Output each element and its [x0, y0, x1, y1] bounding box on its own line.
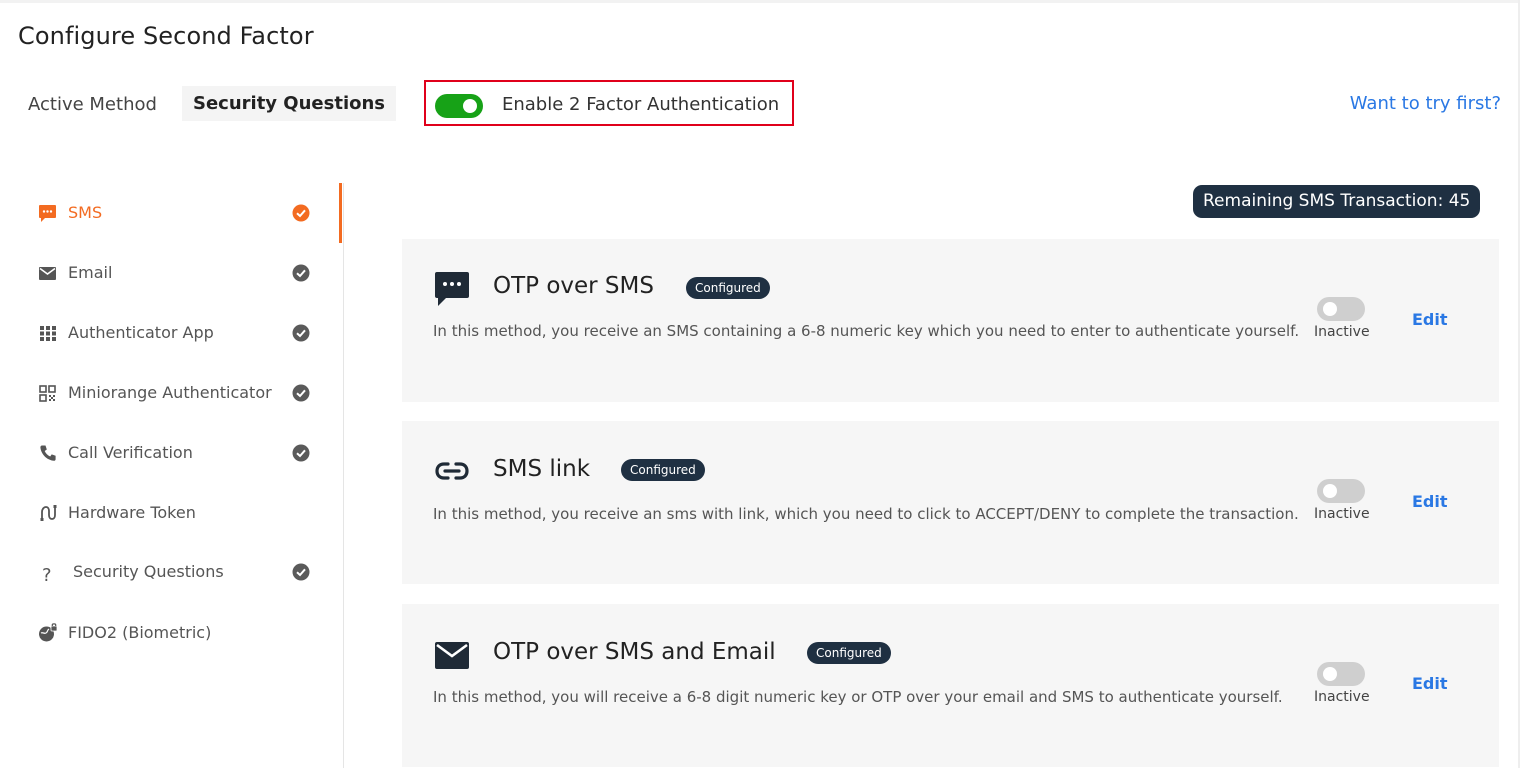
- active-indicator: [339, 183, 342, 243]
- check-icon: [292, 563, 310, 581]
- page-title: Configure Second Factor: [18, 22, 314, 50]
- method-card-otp-sms: OTP over SMS Configured In this method, …: [402, 239, 1499, 402]
- method-title: OTP over SMS and Email: [493, 639, 776, 665]
- envelope-icon: [435, 642, 469, 669]
- sidebar-item-hardware-token[interactable]: Hardware Token: [38, 501, 318, 525]
- top-border: [0, 0, 1520, 3]
- sidebar-item-label: Email: [68, 263, 113, 282]
- sidebar-item-label: Authenticator App: [68, 323, 214, 342]
- phone-icon: [40, 445, 56, 461]
- svg-text:?: ?: [42, 565, 52, 582]
- sidebar-item-label: Call Verification: [68, 443, 193, 462]
- check-icon: [292, 204, 310, 222]
- check-icon: [292, 444, 310, 462]
- sidebar-item-email[interactable]: Email: [38, 261, 318, 285]
- method-sidebar: SMS Email Authenticator App Miniorange A…: [0, 183, 344, 768]
- sidebar-item-sms[interactable]: SMS: [38, 201, 318, 225]
- sidebar-item-label: FIDO2 (Biometric): [68, 623, 212, 642]
- chat-bubble-icon: [435, 272, 469, 306]
- sidebar-item-call-verification[interactable]: Call Verification: [38, 441, 318, 465]
- method-description: In this method, you will receive a 6-8 d…: [433, 688, 1283, 706]
- question-icon: ?: [42, 565, 52, 582]
- check-icon: [292, 324, 310, 342]
- enable-2fa-box: Enable 2 Factor Authentication: [424, 80, 794, 126]
- toggle-knob: [463, 99, 477, 113]
- method-active-toggle[interactable]: [1317, 662, 1365, 686]
- check-icon: [292, 264, 310, 282]
- sidebar-item-label: SMS: [68, 203, 103, 222]
- enable-2fa-toggle[interactable]: [435, 94, 483, 118]
- method-card-otp-sms-email: OTP over SMS and Email Configured In thi…: [402, 604, 1499, 767]
- method-status: Inactive: [1314, 506, 1370, 522]
- sidebar-item-label: Miniorange Authenticator: [68, 383, 272, 402]
- method-card-sms-link: SMS link Configured In this method, you …: [402, 421, 1499, 584]
- sidebar-item-label: Security Questions: [73, 562, 224, 581]
- method-description: In this method, you receive an sms with …: [433, 505, 1299, 523]
- sidebar-item-miniorange-authenticator[interactable]: Miniorange Authenticator: [38, 381, 318, 405]
- sidebar-item-authenticator-app[interactable]: Authenticator App: [38, 321, 318, 345]
- method-status: Inactive: [1314, 324, 1370, 340]
- edit-button[interactable]: Edit: [1412, 310, 1448, 329]
- sidebar-item-fido2[interactable]: FIDO2 (Biometric): [38, 621, 318, 645]
- edit-button[interactable]: Edit: [1412, 674, 1448, 693]
- qr-icon: [39, 385, 56, 402]
- email-icon: [39, 267, 56, 280]
- method-title: SMS link: [493, 456, 591, 482]
- toggle-knob: [1323, 302, 1337, 316]
- edit-button[interactable]: Edit: [1412, 492, 1448, 511]
- globe-lock-icon: [39, 623, 58, 642]
- method-status: Inactive: [1314, 689, 1370, 705]
- enable-2fa-label: Enable 2 Factor Authentication: [502, 94, 780, 115]
- active-method-label: Active Method: [28, 94, 157, 115]
- sidebar-item-security-questions[interactable]: ? Security Questions: [38, 560, 318, 584]
- method-active-toggle[interactable]: [1317, 479, 1365, 503]
- method-active-toggle[interactable]: [1317, 297, 1365, 321]
- configured-badge: Configured: [621, 459, 705, 481]
- remaining-sms-badge: Remaining SMS Transaction: 45: [1193, 185, 1481, 218]
- method-description: In this method, you receive an SMS conta…: [433, 322, 1300, 340]
- active-method-value: Security Questions: [182, 86, 397, 121]
- toggle-knob: [1323, 484, 1337, 498]
- grid-icon: [40, 326, 56, 341]
- want-to-try-link[interactable]: Want to try first?: [1350, 93, 1501, 114]
- method-title: OTP over SMS: [493, 273, 654, 299]
- link-icon: [435, 462, 469, 480]
- check-icon: [292, 384, 310, 402]
- configured-badge: Configured: [686, 277, 770, 299]
- configured-badge: Configured: [807, 642, 891, 664]
- sms-icon: [39, 205, 56, 222]
- toggle-knob: [1323, 667, 1337, 681]
- token-icon: [40, 505, 57, 521]
- sidebar-item-label: Hardware Token: [68, 503, 196, 522]
